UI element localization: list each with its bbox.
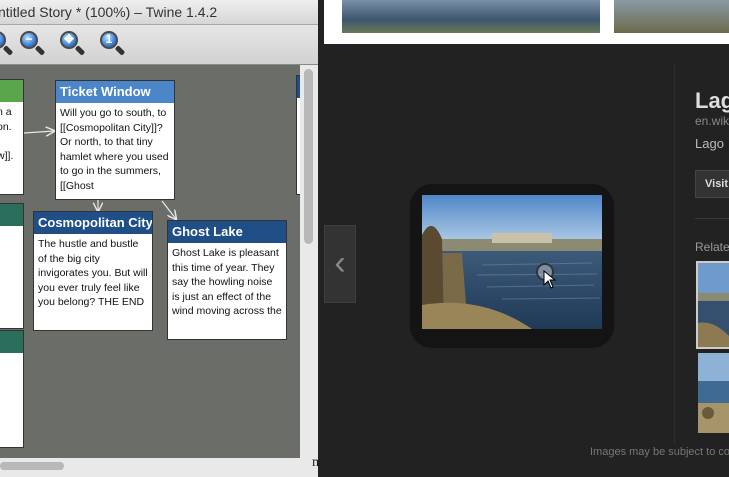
image-viewer: ‹ Lag en.wik Lago Visit Relate Images ma…	[324, 0, 729, 477]
chevron-left-icon: ‹	[334, 244, 346, 282]
vertical-scrollbar[interactable]	[300, 65, 318, 458]
passage-text: Will you go to south, to [[Cosmopolitan …	[60, 107, 169, 192]
zoom-actual-icon[interactable]: 1	[96, 29, 126, 59]
related-images-label: Relate	[695, 240, 729, 254]
link-arrow	[161, 200, 176, 219]
background-text-fragment: m	[312, 455, 323, 470]
passage-text: The hustle and bustle of the big city in…	[38, 238, 148, 308]
passage-text: Ghost Lake is pleasant this time of year…	[172, 247, 282, 317]
horizontal-scrollbar[interactable]	[0, 458, 318, 477]
passage-ghost-lake[interactable]: Ghost Lake Ghost Lake is pleasant this t…	[167, 220, 287, 340]
image-title: Lag	[695, 88, 729, 113]
related-image-thumbnail[interactable]	[696, 261, 729, 349]
passage-card-partial[interactable]: n a on. w]].	[0, 79, 24, 195]
story-map-canvas[interactable]: n a on. w]]. Ticket Window Will you go t…	[0, 65, 300, 458]
result-thumbnail[interactable]	[614, 0, 729, 33]
passage-card-partial[interactable]	[0, 330, 24, 448]
link-arrow	[23, 131, 54, 133]
twine-toolbar: − ✥ 1	[0, 25, 318, 65]
scroll-thumb[interactable]	[0, 462, 64, 470]
window-title: ntitled Story * (100%) – Twine 1.4.2	[0, 4, 218, 20]
mouse-cursor-icon	[543, 270, 557, 289]
previous-image-button[interactable]: ‹	[324, 225, 356, 303]
passage-title: Ticket Window	[56, 81, 174, 103]
twine-titlebar[interactable]: ntitled Story * (100%) – Twine 1.4.2	[0, 0, 318, 25]
zoom-fit-icon[interactable]: ✥	[56, 29, 86, 59]
divider	[695, 218, 729, 219]
passage-card-partial[interactable]	[0, 203, 24, 329]
passage-title: Ghost Lake	[168, 221, 286, 243]
image-subtitle: Lago	[695, 136, 724, 151]
scroll-thumb[interactable]	[304, 69, 313, 244]
copyright-disclaimer: Images may be subject to co	[590, 446, 729, 458]
twine-window: ntitled Story * (100%) – Twine 1.4.2 − ✥…	[0, 0, 318, 477]
passage-cosmopolitan-city[interactable]: Cosmopolitan City The hustle and bustle …	[33, 211, 153, 331]
passage-title: Cosmopolitan City	[34, 212, 152, 234]
passage-ticket-window[interactable]: Ticket Window Will you go to south, to […	[55, 80, 175, 200]
result-thumbnail[interactable]	[342, 0, 600, 33]
related-image-thumbnail[interactable]	[698, 353, 729, 433]
lake-photo[interactable]	[422, 195, 602, 329]
panel-divider	[674, 64, 675, 444]
visit-page-button[interactable]: Visit	[695, 170, 729, 198]
image-results-strip	[324, 0, 729, 44]
zoom-out-icon[interactable]: −	[16, 29, 46, 59]
zoom-in-icon[interactable]	[0, 29, 14, 59]
image-source-url[interactable]: en.wik	[695, 114, 729, 128]
